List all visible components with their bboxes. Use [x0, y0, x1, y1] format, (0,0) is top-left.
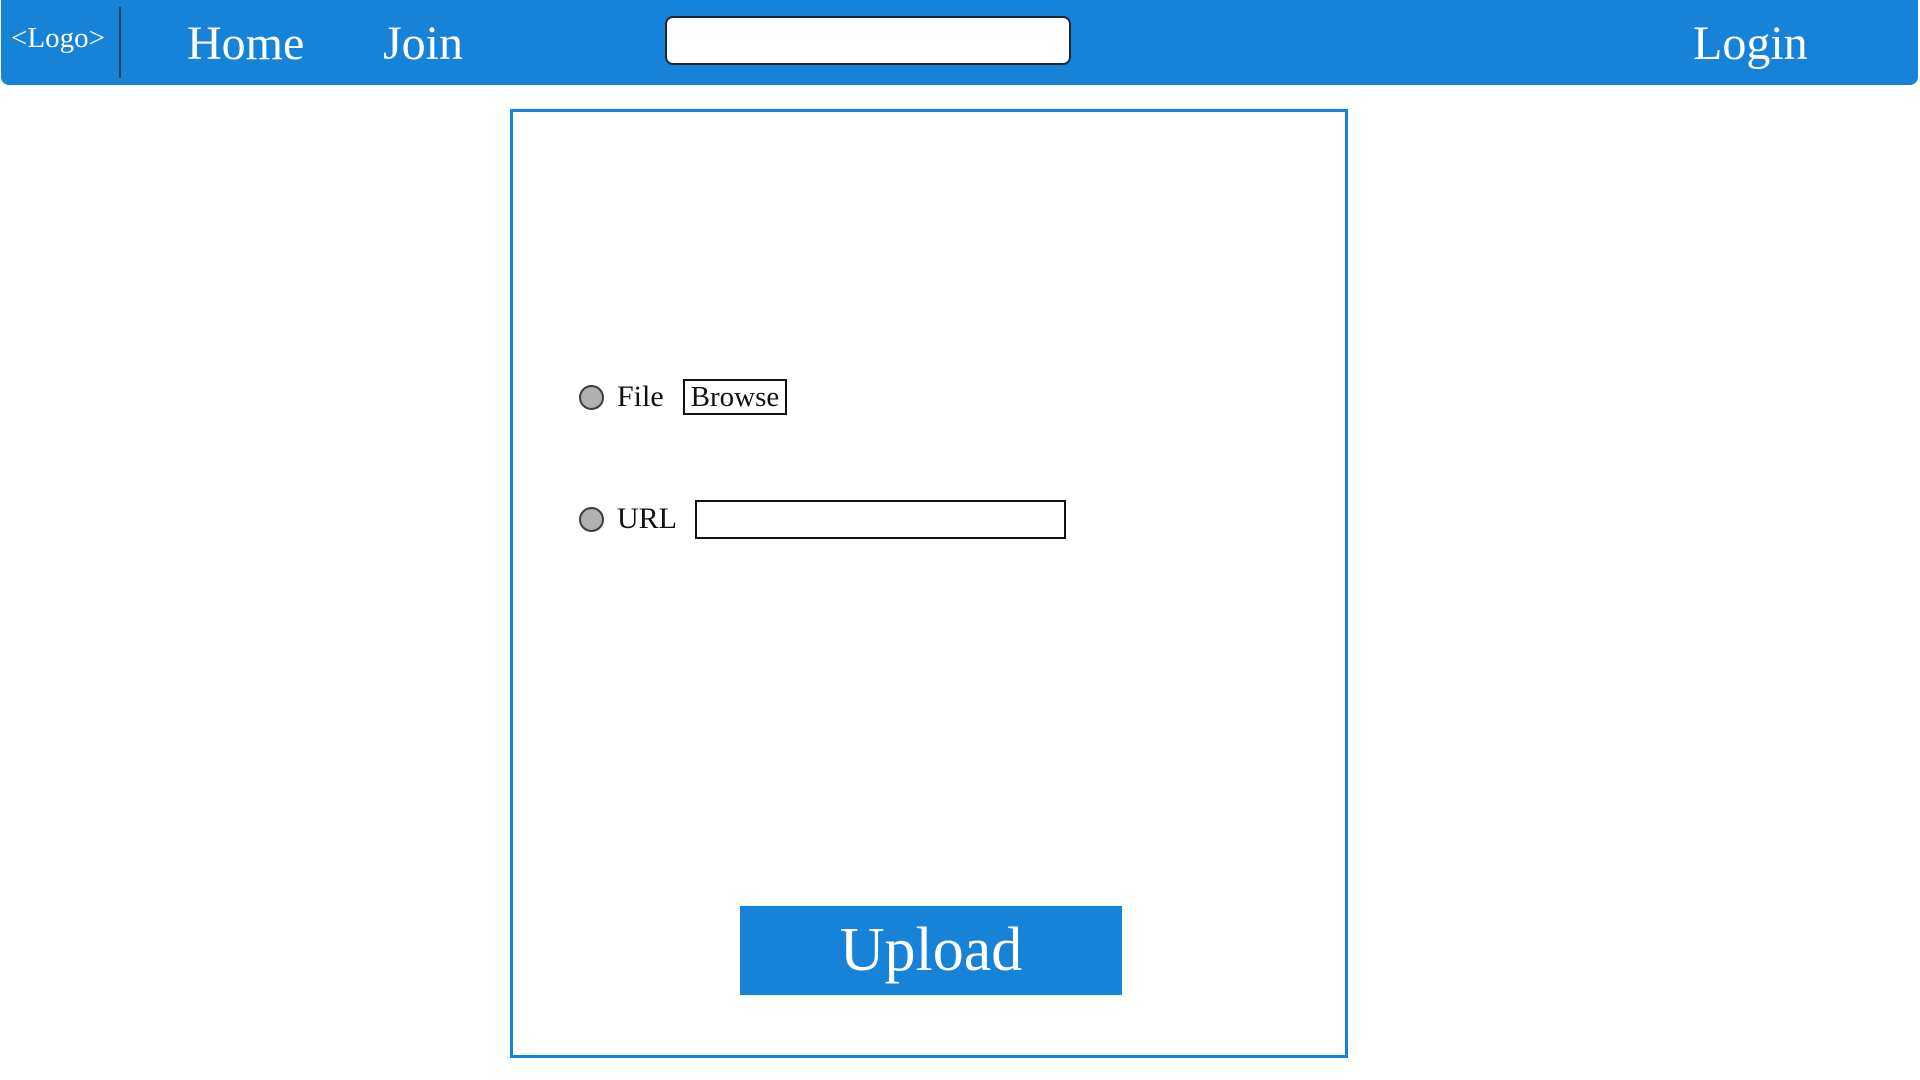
top-navbar: <Logo> Home Join Login — [1, 0, 1918, 85]
browse-button[interactable]: Browse — [682, 379, 788, 415]
upload-button[interactable]: Upload — [740, 906, 1122, 995]
url-input[interactable] — [695, 499, 1066, 539]
url-option-row: URL — [579, 499, 1066, 539]
nav-home-link[interactable]: Home — [187, 20, 304, 68]
nav-join-link[interactable]: Join — [383, 20, 463, 68]
url-option-label: URL — [617, 502, 677, 535]
search-input[interactable] — [665, 16, 1071, 65]
url-radio[interactable] — [579, 506, 604, 532]
file-radio[interactable] — [579, 384, 604, 410]
upload-panel: File Browse URL Upload — [510, 109, 1348, 1058]
file-option-row: File Browse — [579, 377, 788, 417]
file-option-label: File — [617, 380, 664, 413]
nav-login-link[interactable]: Login — [1693, 20, 1808, 68]
logo: <Logo> — [11, 22, 105, 54]
logo-divider — [119, 7, 121, 78]
